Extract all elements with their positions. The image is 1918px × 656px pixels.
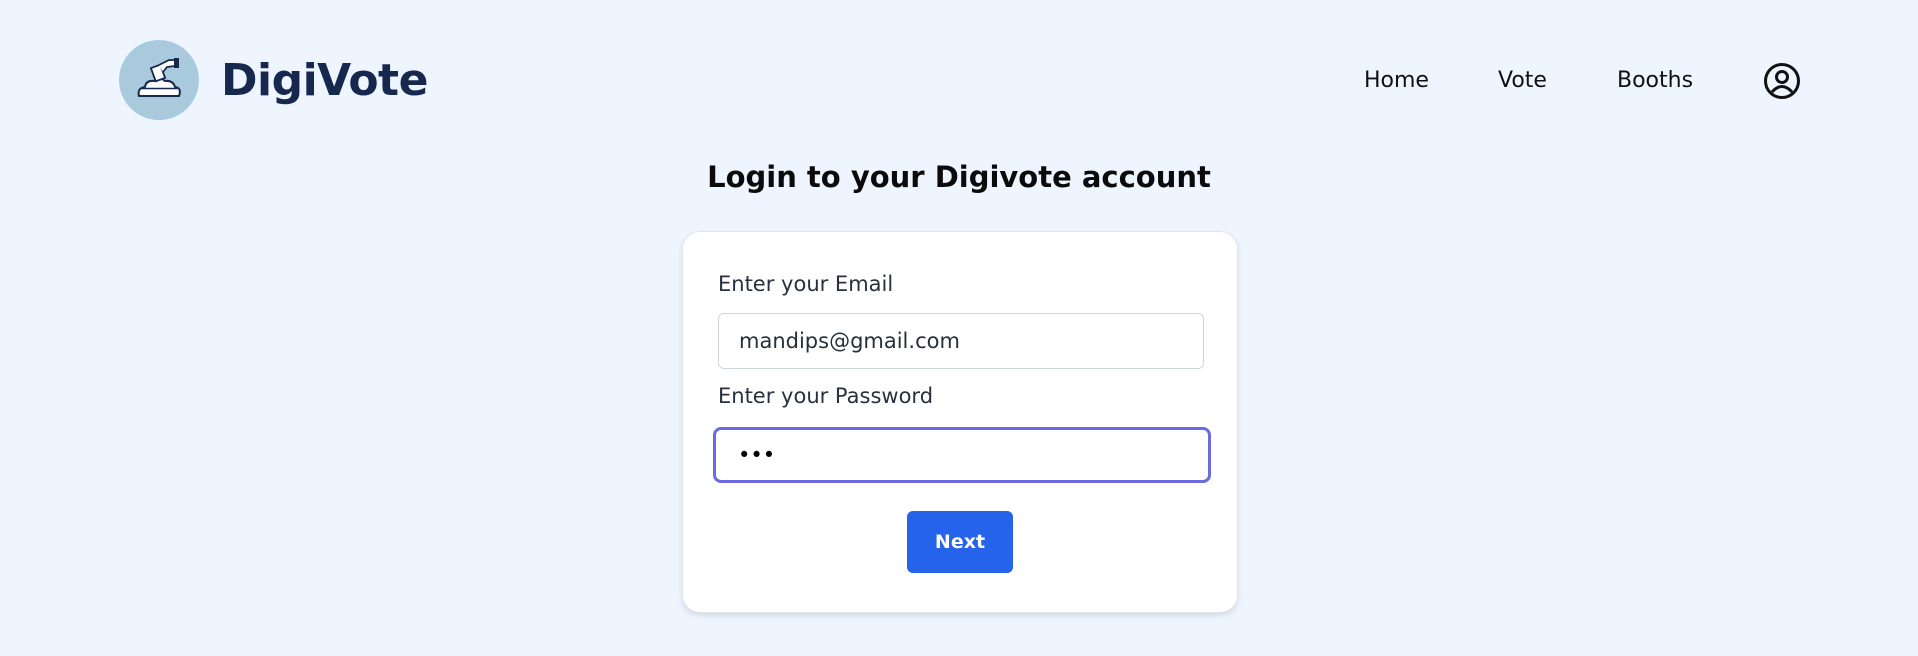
nav-vote-link[interactable]: Vote [1498, 68, 1547, 93]
nav-home-link[interactable]: Home [1364, 68, 1429, 93]
nav-booths-link[interactable]: Booths [1617, 68, 1693, 93]
user-circle-icon [1764, 63, 1800, 99]
profile-button[interactable] [1763, 62, 1801, 100]
email-label: Enter your Email [718, 272, 894, 296]
login-card: Enter your Email Enter your Password Nex… [682, 231, 1238, 613]
page-title: Login to your Digivote account [707, 160, 1211, 194]
main-nav: Home Vote Booths [0, 60, 1918, 100]
email-field[interactable] [718, 313, 1204, 369]
password-label: Enter your Password [718, 384, 934, 408]
site-header: DigiVote Home Vote Booths [0, 0, 1918, 160]
next-button[interactable]: Next [907, 511, 1013, 573]
password-field[interactable] [713, 427, 1211, 483]
